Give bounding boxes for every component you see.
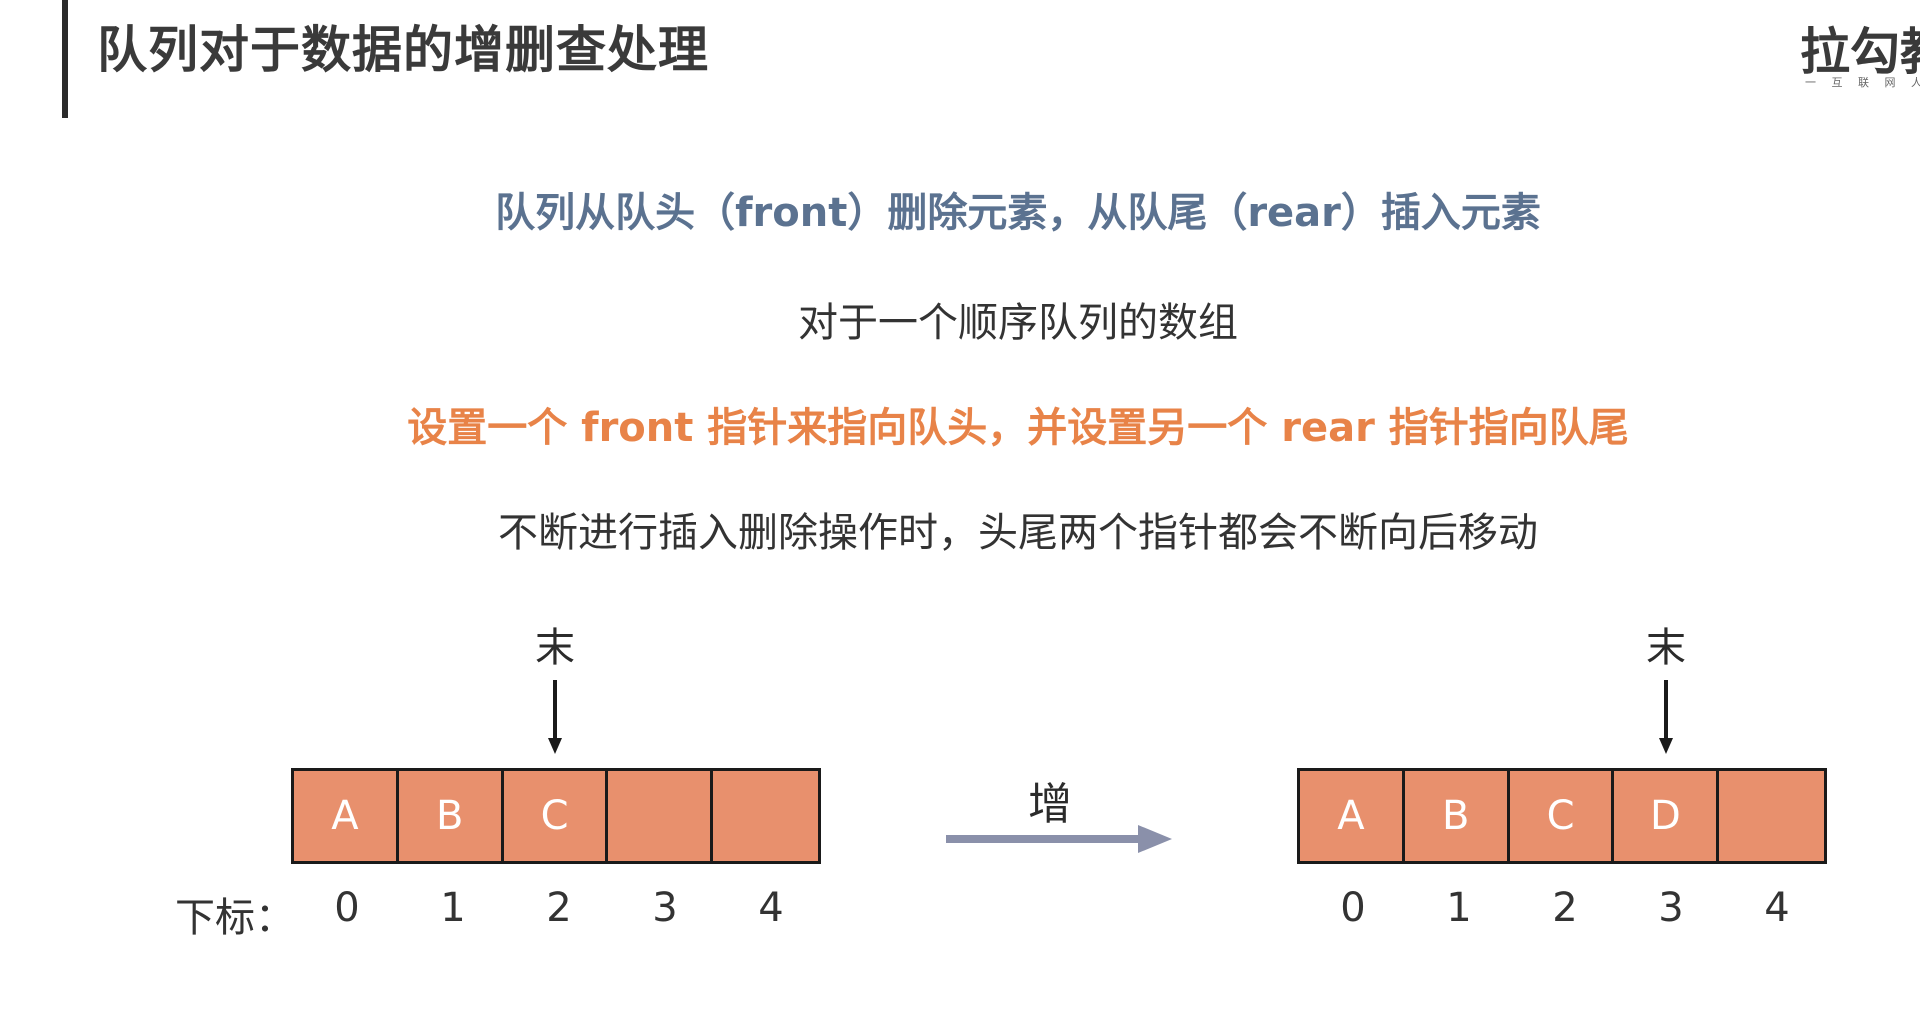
description-line-4: 不断进行插入删除操作时，头尾两个指针都会不断向后移动 bbox=[498, 510, 1538, 556]
index-value: 4 bbox=[758, 885, 784, 931]
queue-cell: A bbox=[1300, 771, 1405, 861]
index-value: 0 bbox=[1340, 885, 1366, 931]
queue-cell bbox=[713, 771, 818, 861]
rear-pointer-label-before: 末 bbox=[535, 625, 575, 671]
queue-cell: C bbox=[504, 771, 609, 861]
queue-array-before: ABC bbox=[291, 768, 821, 864]
queue-cell: B bbox=[1405, 771, 1510, 861]
queue-array-after: ABCD bbox=[1297, 768, 1827, 864]
queue-cell: B bbox=[399, 771, 504, 861]
description-line-1: 队列从队头（front）删除元素，从队尾（rear）插入元素 bbox=[495, 190, 1541, 236]
index-value: 3 bbox=[652, 885, 678, 931]
description-line-2: 对于一个顺序队列的数组 bbox=[798, 300, 1238, 346]
index-value: 1 bbox=[1446, 885, 1472, 931]
brand-logo-subtitle: 一 互 联 网 人 实 bbox=[1805, 76, 1920, 89]
index-value: 0 bbox=[334, 885, 360, 931]
title-accent-bar bbox=[62, 0, 68, 118]
queue-cell: A bbox=[294, 771, 399, 861]
down-arrow-icon bbox=[548, 680, 562, 754]
right-arrow-icon bbox=[946, 825, 1172, 853]
page-title: 队列对于数据的增删查处理 bbox=[97, 21, 709, 79]
index-label: 下标： bbox=[175, 895, 295, 941]
down-arrow-icon bbox=[1659, 680, 1673, 754]
index-value: 3 bbox=[1658, 885, 1684, 931]
index-value: 4 bbox=[1764, 885, 1790, 931]
queue-cell bbox=[608, 771, 714, 861]
description-line-3: 设置一个 front 指针来指向队头，并设置另一个 rear 指针指向队尾 bbox=[407, 405, 1629, 451]
queue-cell bbox=[1719, 771, 1824, 861]
queue-cell: C bbox=[1510, 771, 1615, 861]
index-value: 2 bbox=[1552, 885, 1578, 931]
index-value: 2 bbox=[546, 885, 572, 931]
rear-pointer-label-after: 末 bbox=[1646, 625, 1686, 671]
queue-cell: D bbox=[1614, 771, 1720, 861]
index-value: 1 bbox=[440, 885, 466, 931]
